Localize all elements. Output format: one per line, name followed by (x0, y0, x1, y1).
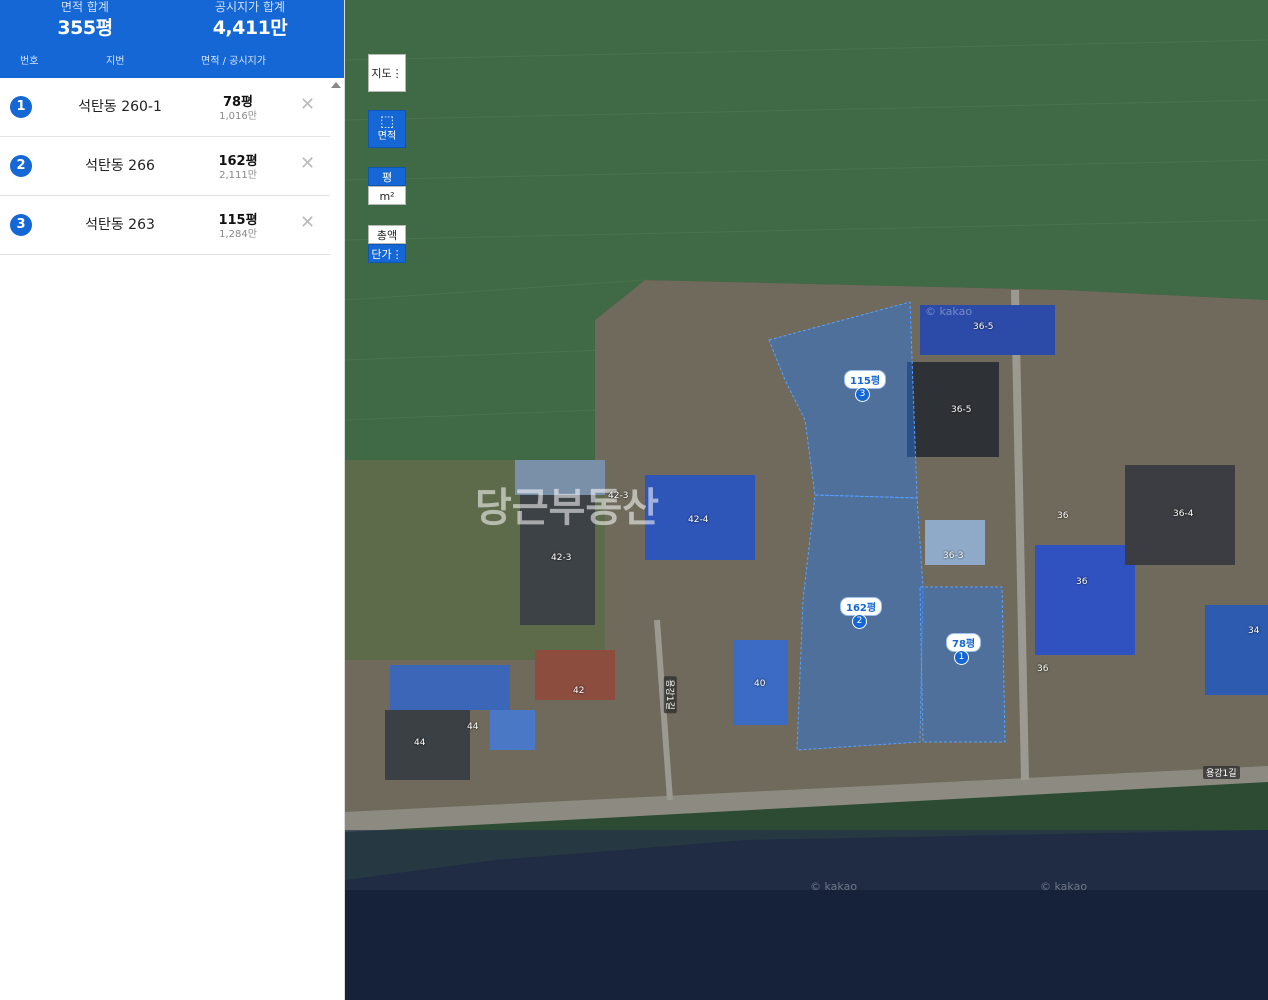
col-header-lot: 지번 (106, 56, 125, 67)
square-select-icon: ⬚ (379, 112, 395, 130)
building-label: 42 (573, 686, 585, 696)
parcel-price: 2,111만 (219, 170, 257, 181)
parcel-lot: 석탄동 266 (85, 158, 155, 174)
building-label: 36-5 (951, 405, 972, 415)
building-label: 36 (1057, 511, 1069, 521)
building-label: 36-3 (943, 551, 964, 561)
watermark: 당근부동산 (475, 485, 659, 531)
close-icon[interactable]: ✕ (300, 153, 315, 174)
price-total: 공시지가 합계 4,411만 (195, 0, 305, 42)
plot-number-badge: 2 (852, 614, 867, 629)
unit-price-label: 단가 (371, 248, 392, 261)
parcel-lot: 석탄동 263 (85, 217, 155, 233)
building-label: 44 (414, 738, 426, 748)
parcel-panel: 면적 합계 355평 공시지가 합계 4,411만 번호 지번 면적 / 공시지… (0, 0, 345, 1000)
col-header-number: 번호 (20, 56, 39, 67)
list-item[interactable]: 2 석탄동 266 162평 2,111만 ✕ (0, 137, 330, 196)
price-total-value: 4,411만 (212, 17, 288, 39)
plot-number-badge: 3 (855, 387, 870, 402)
kakao-attribution: © kakao (925, 305, 973, 318)
summary-header: 면적 합계 355평 공시지가 합계 4,411만 번호 지번 면적 / 공시지… (0, 0, 344, 78)
building-label: 40 (754, 679, 766, 689)
plot-area-tag[interactable]: 162평 (840, 597, 883, 616)
area-tool-button[interactable]: ⬚ 면적 (368, 110, 406, 148)
parcel-number-badge: 2 (10, 155, 32, 177)
building-label: 42-4 (688, 515, 709, 525)
map-type-label: 지도 (371, 67, 392, 80)
parcel-price: 1,016만 (219, 111, 257, 122)
road-label: 용강1길 (663, 676, 677, 713)
kakao-attribution: © kakao (1040, 880, 1088, 893)
plot-area-tag[interactable]: 78평 (946, 633, 982, 652)
plot-area-tag[interactable]: 115평 (844, 370, 887, 389)
kakao-attribution: © kakao (810, 880, 858, 893)
building-label: 36 (1076, 577, 1088, 587)
building-label: 44 (467, 722, 479, 732)
parcel-list: 1 석탄동 260-1 78평 1,016만 ✕ 2 석탄동 266 162평 … (0, 78, 344, 255)
unit-m2-button[interactable]: m² (368, 186, 406, 205)
area-total-label: 면적 합계 (61, 0, 109, 14)
plot-number-badge: 1 (954, 650, 969, 665)
price-total-label: 공시지가 합계 (214, 0, 286, 14)
list-item[interactable]: 1 석탄동 260-1 78평 1,016만 ✕ (0, 78, 330, 137)
close-icon[interactable]: ✕ (300, 94, 315, 115)
building-label: 36-4 (1173, 509, 1194, 519)
parcel-lot: 석탄동 260-1 (78, 99, 162, 115)
parcel-number-badge: 1 (10, 96, 32, 118)
close-icon[interactable]: ✕ (300, 212, 315, 233)
road-label: 용강1길 (1203, 766, 1240, 779)
unit-price-button[interactable]: 단가⋮ (368, 244, 406, 263)
building-label: 42-3 (608, 491, 629, 501)
unit-pyeong-button[interactable]: 평 (368, 167, 406, 186)
total-price-button[interactable]: 총액 (368, 225, 406, 244)
area-total: 면적 합계 355평 (40, 0, 130, 42)
more-icon: ⋮ (391, 248, 403, 261)
building-label: 34 (1248, 626, 1260, 636)
satellite-map[interactable]: 당근부동산 © kakao © kakao © kakao 지도⋮ ⬚ 면적 평… (345, 0, 1268, 1000)
parcel-price: 1,284만 (219, 229, 257, 240)
map-type-button[interactable]: 지도⋮ (368, 54, 406, 92)
scroll-up-arrow-icon[interactable] (331, 82, 341, 88)
building-label: 36 (1037, 664, 1049, 674)
more-icon: ⋮ (391, 67, 403, 80)
area-tool-label: 면적 (377, 131, 397, 142)
building-label: 42-3 (551, 553, 572, 563)
parcel-number-badge: 3 (10, 214, 32, 236)
area-total-value: 355평 (57, 17, 113, 39)
col-header-area-price: 면적 / 공시지가 (201, 56, 266, 67)
list-item[interactable]: 3 석탄동 263 115평 1,284만 ✕ (0, 196, 330, 255)
building-label: 36-5 (973, 322, 994, 332)
